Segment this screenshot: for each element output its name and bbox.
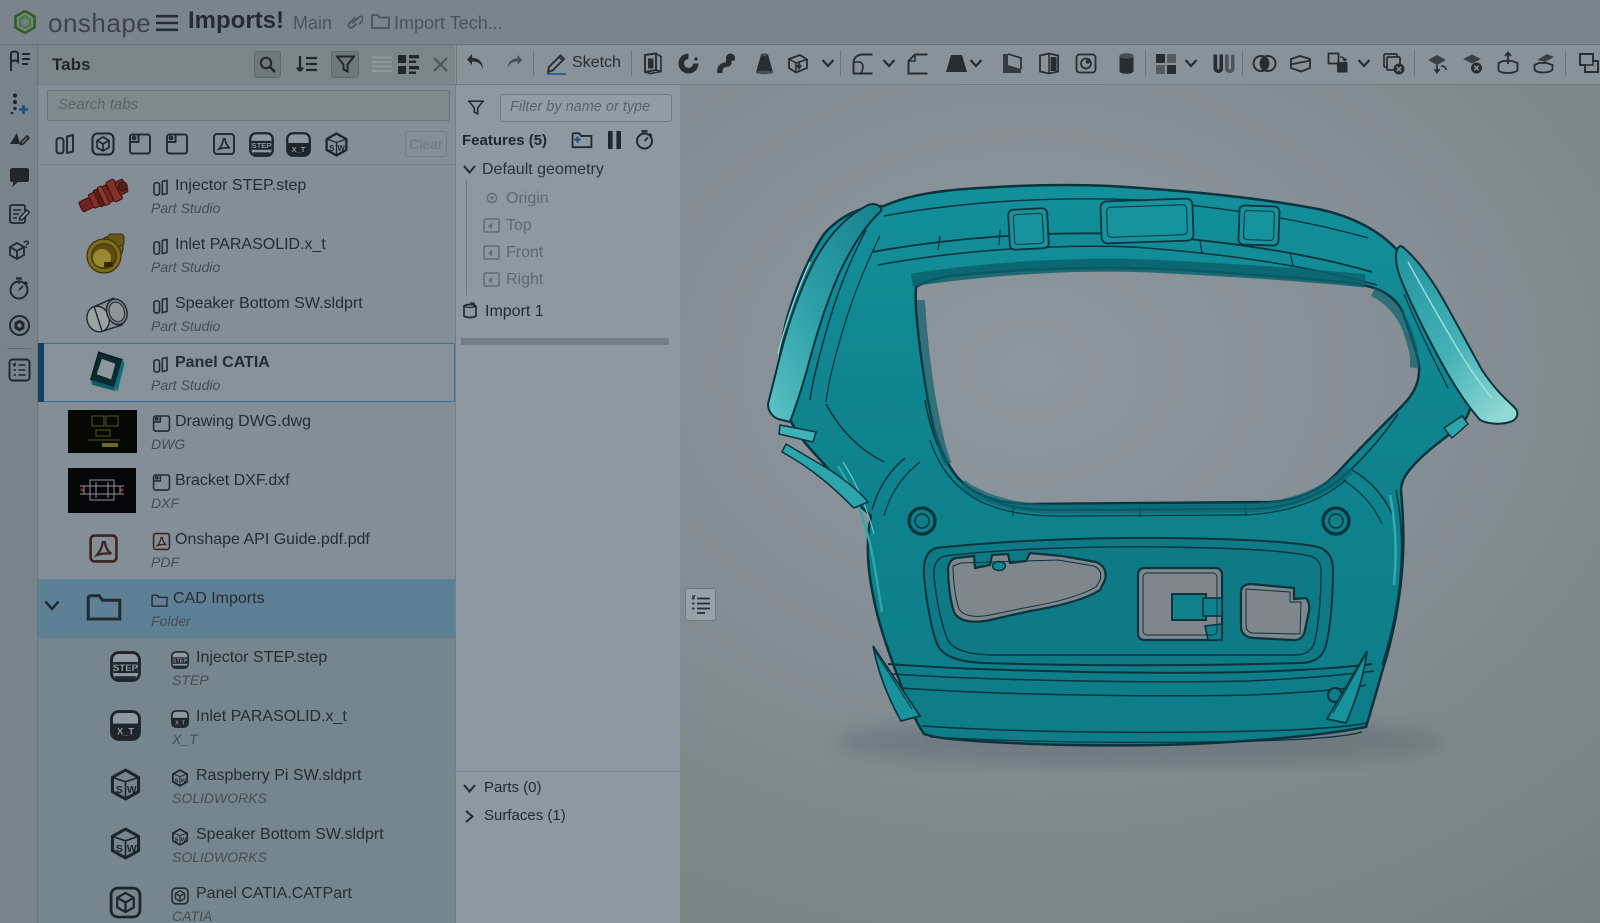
svg-text:?: ?: [23, 239, 30, 251]
